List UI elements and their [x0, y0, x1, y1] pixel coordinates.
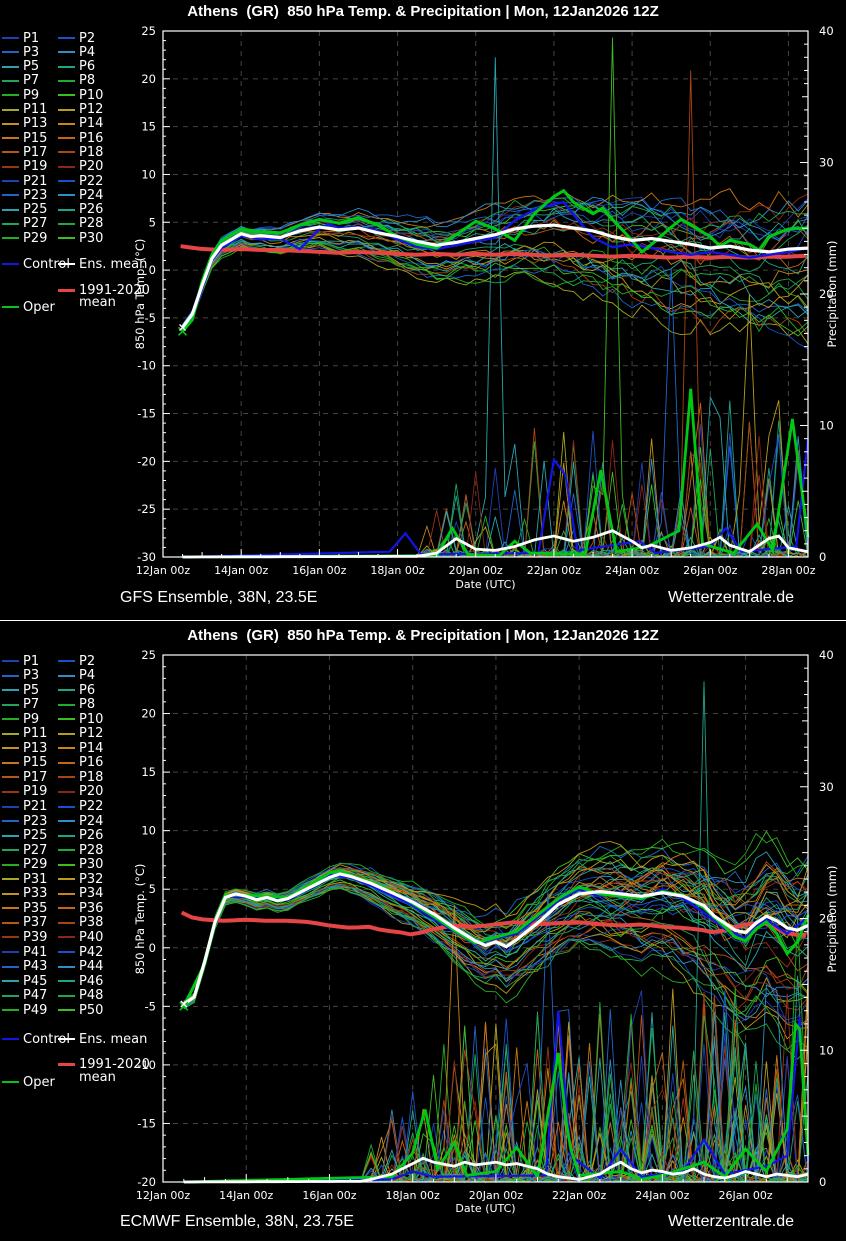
- svg-text:10: 10: [141, 824, 156, 838]
- svg-text:15: 15: [141, 765, 156, 779]
- svg-text:15: 15: [141, 120, 156, 134]
- member-precip-5: [183, 57, 809, 557]
- svg-text:5: 5: [149, 215, 156, 229]
- svg-text:10: 10: [819, 1043, 834, 1057]
- svg-text:20Jan 00z: 20Jan 00z: [469, 1189, 523, 1202]
- member-precip-25: [183, 397, 809, 557]
- svg-text:-15: -15: [137, 1116, 156, 1130]
- svg-text:30: 30: [819, 780, 834, 794]
- site-label: Wetterzentrale.de: [668, 1213, 794, 1231]
- ecmwf-plot-svg: 2520151050-5-10-15-2040302010012Jan 00z1…: [0, 621, 846, 1241]
- temp-axis-title: 850 hPa Temp. (°C): [133, 863, 147, 974]
- svg-text:14Jan 00z: 14Jan 00z: [219, 1189, 273, 1202]
- svg-text:0: 0: [149, 263, 156, 277]
- gfs-panel: Athens (GR) 850 hPa Temp. & Precipitatio…: [0, 0, 846, 620]
- axis-tick-labels: 2520151050-5-10-15-20-25-3040302010012Ja…: [136, 24, 834, 577]
- member-precip-6: [183, 401, 809, 557]
- svg-text:-5: -5: [145, 999, 156, 1013]
- ensemble-members: [183, 38, 809, 557]
- site-label: Wetterzentrale.de: [668, 589, 794, 607]
- svg-text:-15: -15: [137, 407, 156, 421]
- svg-text:0: 0: [819, 550, 826, 564]
- svg-text:20: 20: [141, 707, 156, 721]
- svg-text:10: 10: [141, 167, 156, 181]
- svg-text:10: 10: [819, 419, 834, 433]
- svg-text:-10: -10: [137, 1058, 156, 1072]
- svg-text:28Jan 00z: 28Jan 00z: [761, 564, 815, 577]
- svg-text:40: 40: [819, 648, 834, 662]
- svg-text:-10: -10: [137, 359, 156, 373]
- svg-text:12Jan 00z: 12Jan 00z: [136, 1189, 190, 1202]
- svg-text:22Jan 00z: 22Jan 00z: [527, 564, 581, 577]
- model-label: ECMWF Ensemble, 38N, 23.75E: [120, 1213, 354, 1231]
- svg-text:-30: -30: [137, 550, 156, 564]
- svg-text:25: 25: [141, 24, 156, 38]
- precip-axis-title: Precipitation (mm): [825, 865, 839, 972]
- member-temp-10: [183, 205, 809, 326]
- svg-text:40: 40: [819, 24, 834, 38]
- svg-text:12Jan 00z: 12Jan 00z: [136, 564, 190, 577]
- ecmwf-panel: Athens (GR) 850 hPa Temp. & Precipitatio…: [0, 621, 846, 1241]
- svg-text:5: 5: [149, 882, 156, 896]
- svg-text:-20: -20: [137, 454, 156, 468]
- svg-text:26Jan 00z: 26Jan 00z: [718, 1189, 772, 1202]
- temp-axis-title: 850 hPa Temp. (°C): [133, 239, 147, 350]
- svg-text:24Jan 00z: 24Jan 00z: [605, 564, 659, 577]
- svg-text:0: 0: [149, 941, 156, 955]
- svg-text:20: 20: [141, 72, 156, 86]
- member-precip-3: [183, 268, 809, 557]
- svg-text:24Jan 00z: 24Jan 00z: [635, 1189, 689, 1202]
- member-temp-28: [183, 198, 809, 327]
- svg-text:20Jan 00z: 20Jan 00z: [449, 564, 503, 577]
- model-label: GFS Ensemble, 38N, 23.5E: [120, 589, 317, 607]
- svg-text:0: 0: [819, 1175, 826, 1189]
- svg-text:16Jan 00z: 16Jan 00z: [302, 1189, 356, 1202]
- member-temp-4: [183, 208, 809, 327]
- precip-axis-title: Precipitation (mm): [825, 241, 839, 348]
- svg-text:25: 25: [141, 648, 156, 662]
- svg-text:18Jan 00z: 18Jan 00z: [370, 564, 424, 577]
- gfs-plot-svg: 2520151050-5-10-15-20-25-3040302010012Ja…: [0, 0, 846, 620]
- svg-text:14Jan 00z: 14Jan 00z: [214, 564, 268, 577]
- member-precip-16: [183, 403, 809, 557]
- svg-text:22Jan 00z: 22Jan 00z: [552, 1189, 606, 1202]
- svg-text:-20: -20: [137, 1175, 156, 1189]
- svg-text:-25: -25: [137, 502, 156, 516]
- svg-text:18Jan 00z: 18Jan 00z: [386, 1189, 440, 1202]
- svg-text:16Jan 00z: 16Jan 00z: [292, 564, 346, 577]
- member-precip-10: [183, 38, 809, 557]
- svg-text:26Jan 00z: 26Jan 00z: [683, 564, 737, 577]
- svg-text:30: 30: [819, 156, 834, 170]
